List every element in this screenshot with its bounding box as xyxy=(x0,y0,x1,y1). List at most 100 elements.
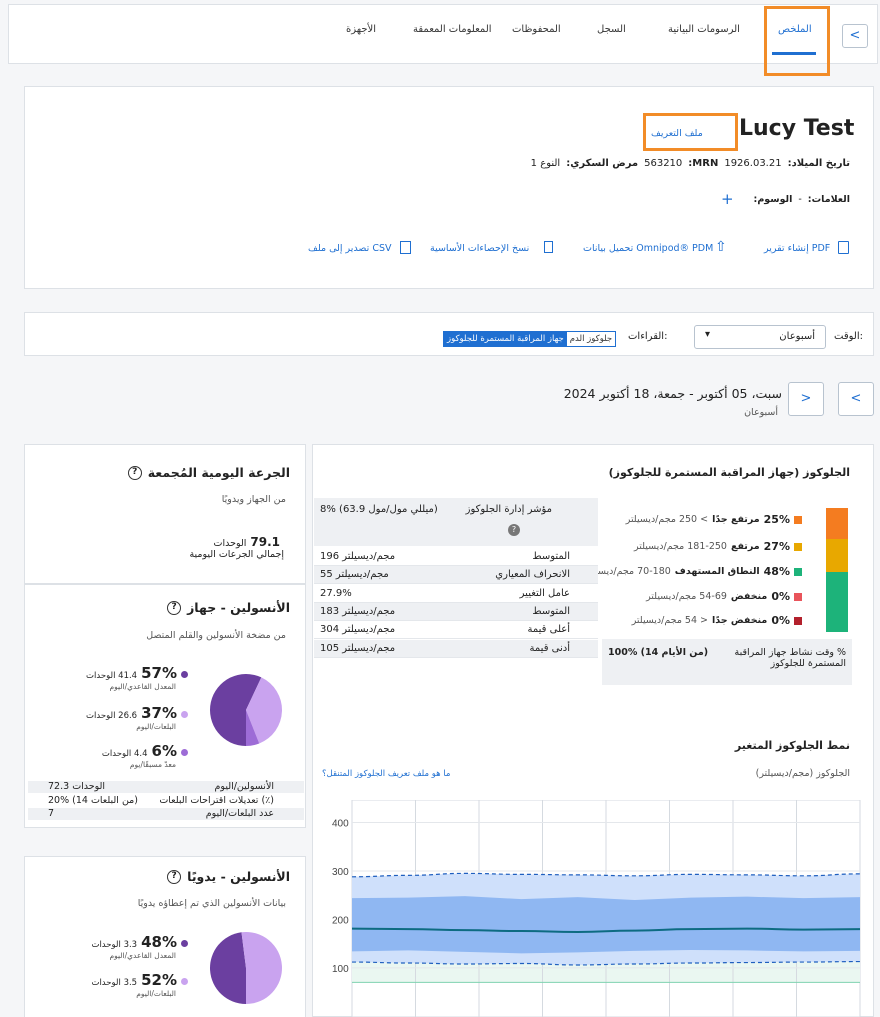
help-circle-icon[interactable]: ? xyxy=(167,869,182,884)
cgm-option[interactable]: جهاز المراقبة المستمرة للجلوكوز xyxy=(444,332,567,346)
range-threshold: 54-69 مجم/ديسيلتر xyxy=(646,591,727,602)
legend-units: 4.4 الوحدات xyxy=(101,749,148,759)
readings-toggle: جهاز المراقبة المستمرة للجلوكوز جلوكوز ا… xyxy=(443,331,617,347)
stat-value: 105 مجم/ديسيلتر xyxy=(320,643,396,654)
manual-pie-chart xyxy=(209,932,282,1004)
legend-percent: 6% xyxy=(151,742,177,760)
add-label-button[interactable]: + xyxy=(721,192,734,207)
legend-dot xyxy=(181,978,188,985)
range-row: 27% مرتفع 181-250 مجم/ديسيلتر xyxy=(634,540,802,553)
percentile-25-75-band xyxy=(352,896,860,954)
readings-label: القراءات: xyxy=(628,331,668,342)
legend-units: 26.6 الوحدات xyxy=(86,711,138,721)
agp-ytick: 200 xyxy=(332,915,349,926)
pump-stat-value: 20% (14 من البلعات) xyxy=(48,795,138,806)
dob-value: 1926.03.21 xyxy=(724,158,782,169)
bar-high xyxy=(826,539,848,572)
stat-value: 27.9% xyxy=(320,588,352,599)
daily-dose-subtitle: من الجهاز ويدويًا xyxy=(221,494,286,505)
legend-percent: 37% xyxy=(141,704,177,722)
range-swatch xyxy=(794,542,802,551)
stat-row: الانحراف المعياري 55 مجم/ديسيلتر xyxy=(314,566,598,584)
stat-value: 196 مجم/ديسيلتر xyxy=(320,551,396,562)
legend-units: 3.3 الوحدات xyxy=(91,940,138,950)
legend-dot xyxy=(181,671,188,678)
tabs-back-button[interactable]: < xyxy=(842,24,868,48)
range-row: 25% مرتفع جدًا > 250 مجم/ديسيلتر xyxy=(626,513,802,526)
date-next-button[interactable]: > xyxy=(788,382,824,416)
range-percent: 27% xyxy=(763,540,790,553)
highlight-summary-tab xyxy=(764,6,830,76)
date-prev-button[interactable]: < xyxy=(838,382,874,416)
insulin-legend-item: 37% 26.6 الوحدات البلعات/اليوم xyxy=(80,704,188,731)
help-circle-icon[interactable]: ? xyxy=(167,600,182,615)
time-select[interactable]: أسبوعان ▾ xyxy=(694,325,826,349)
copy-stats-action[interactable]: نسخ الإحصاءات الأساسية xyxy=(430,241,553,254)
tab-charts[interactable]: الرسومات البيانية xyxy=(668,24,740,35)
bg-option[interactable]: جلوكوز الدم xyxy=(566,332,616,346)
export-csv-action[interactable]: تصدير إلى ملف CSV xyxy=(308,241,411,254)
range-threshold: < 54 مجم/ديسيلتر xyxy=(631,615,708,626)
legend-caption: البلعات/اليوم xyxy=(136,722,176,731)
manual-pie-slice xyxy=(241,932,282,1004)
tags-label: العلامات: xyxy=(807,194,850,205)
legend-percent: 52% xyxy=(141,971,177,989)
time-label: الوقت: xyxy=(834,331,863,342)
pump-stat-value: 72.3 الوحدات xyxy=(48,781,106,792)
manual-title: الأنسولين - يدويًا xyxy=(187,869,290,884)
stat-label: عامل التغيير xyxy=(519,588,570,599)
stat-row: المتوسط 196 مجم/ديسيلتر xyxy=(314,548,598,566)
legend-percent: 57% xyxy=(141,664,177,682)
diabetes-value: النوع 1 xyxy=(530,158,561,169)
range-threshold: > 250 مجم/ديسيلتر xyxy=(625,514,709,525)
range-row: 0% منخفض 54-69 مجم/ديسيلتر xyxy=(646,590,802,603)
upload-icon: ⇧ xyxy=(715,239,727,255)
stat-row: أدنى قيمة 105 مجم/ديسيلتر xyxy=(314,640,598,658)
pump-pie-chart xyxy=(210,674,282,746)
agp-ytick: 100 xyxy=(332,964,349,975)
range-swatch xyxy=(794,592,802,601)
daily-dose-label: إجمالي الجرعات اليومية xyxy=(189,549,284,560)
bar-very-high xyxy=(826,508,848,539)
range-label: النطاق المستهدف xyxy=(674,566,760,577)
legend-caption: المعدل القاعدي/اليوم xyxy=(109,682,176,691)
legend-caption: المعدل القاعدي/اليوم xyxy=(109,951,176,960)
stat-value: 304 مجم/ديسيلتر xyxy=(320,624,396,635)
chevron-left-icon: < xyxy=(849,28,861,43)
diabetes-label: مرض السكري: xyxy=(566,158,639,169)
range-percent: 0% xyxy=(771,590,790,603)
agp-axis-label: الجلوكوز (مجم/ديسيلتر) xyxy=(755,768,850,779)
stat-label: المتوسط xyxy=(532,551,570,562)
range-swatch xyxy=(794,515,802,524)
create-pdf-action[interactable]: إنشاء تقرير PDF xyxy=(764,241,849,254)
insulin-legend-item: 48% 3.3 الوحدات المعدل القاعدي/اليوم xyxy=(80,933,188,960)
clipboard-icon xyxy=(544,241,553,253)
manual-pie-slice xyxy=(209,932,246,1004)
pump-stat-label: الأنسولين/اليوم xyxy=(214,781,274,792)
labels-label: الوسوم: xyxy=(753,194,793,205)
range-percent: 25% xyxy=(763,513,790,526)
dropdown-arrow-icon: ▾ xyxy=(705,329,711,340)
info-icon[interactable]: ? xyxy=(508,524,520,536)
range-row: 0% منخفض جدًا < 54 مجم/ديسيلتر xyxy=(632,614,802,627)
stat-label: الانحراف المعياري xyxy=(495,569,570,580)
tab-saved[interactable]: المحفوظات xyxy=(512,24,561,35)
upload-pdm-action[interactable]: ⇧ تحميل بيانات Omnipod® PDM xyxy=(583,239,727,255)
tab-devices[interactable]: الأجهزة xyxy=(346,24,376,35)
pump-header: الأنسولين - جهاز ? xyxy=(167,600,290,615)
cgm-active-label: % وقت نشاط جهاز المراقبة المستمرة للجلوك… xyxy=(734,647,846,669)
stat-value: 55 مجم/ديسيلتر xyxy=(320,569,389,580)
agp-title: نمط الجلوكوز المتغير xyxy=(734,739,850,752)
tab-insights[interactable]: المعلومات المعمقة xyxy=(413,24,492,35)
mrn-value: 563210 xyxy=(644,158,683,169)
range-percent: 48% xyxy=(763,565,790,578)
agp-help-link[interactable]: ما هو ملف تعريف الجلوكوز المتنقل؟ xyxy=(322,769,450,779)
range-label: مرتفع جدًا xyxy=(712,514,760,525)
tab-history[interactable]: السجل xyxy=(597,24,626,35)
daily-dose-title: الجرعة اليومية المُجمعة xyxy=(147,465,290,480)
daily-dose-header: الجرعة اليومية المُجمعة ? xyxy=(127,465,290,480)
range-row: 48% النطاق المستهدف 70-180 مجم/ديسيلتر xyxy=(584,565,802,578)
help-circle-icon[interactable]: ? xyxy=(127,465,142,480)
mrn-label: MRN: xyxy=(688,158,719,169)
range-swatch xyxy=(794,567,802,576)
